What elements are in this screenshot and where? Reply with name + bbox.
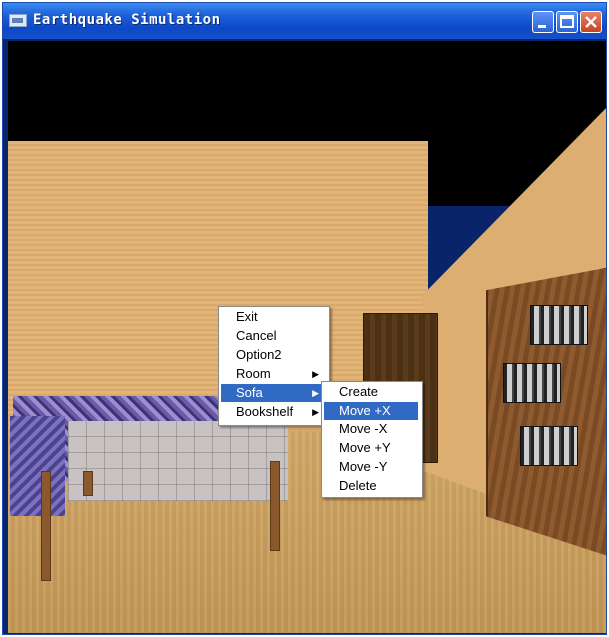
menu-item-label: Option2 xyxy=(236,347,282,362)
menu-item-label: Move -X xyxy=(339,421,388,436)
submenu-item-create[interactable]: Create xyxy=(324,383,418,401)
menu-item-label: Bookshelf xyxy=(236,404,294,419)
minimize-button[interactable] xyxy=(532,11,554,33)
menu-item-option2[interactable]: Option2 xyxy=(221,346,325,364)
menu-item-label: Move +Y xyxy=(339,440,391,455)
menu-item-label: Move -Y xyxy=(339,459,388,474)
context-menu: Exit Cancel Option2 Room ▶ Sofa ▶ Bookshel… xyxy=(218,306,330,426)
table-leg xyxy=(41,471,51,581)
submenu-item-delete[interactable]: Delete xyxy=(324,477,418,495)
menu-item-label: Cancel xyxy=(236,328,277,343)
title-bar[interactable]: Earthquake Simulation xyxy=(3,3,606,39)
menu-item-exit[interactable]: Exit xyxy=(221,308,325,326)
submenu-arrow-icon: ▶ xyxy=(312,369,319,379)
sofa-submenu: Create Move +X Move -X Move +Y Move -Y D… xyxy=(321,381,423,498)
submenu-arrow-icon: ▶ xyxy=(312,388,319,398)
menu-item-label: Move +X xyxy=(339,403,391,418)
books-upper xyxy=(530,305,588,345)
menu-item-label: Sofa xyxy=(236,385,263,400)
books-middle xyxy=(503,363,561,403)
menu-item-label: Exit xyxy=(236,309,258,324)
minimize-icon xyxy=(538,25,546,28)
close-button[interactable] xyxy=(580,11,602,33)
menu-item-room[interactable]: Room ▶ xyxy=(221,365,325,383)
submenu-item-move-plus-y[interactable]: Move +Y xyxy=(324,439,418,457)
table-leg xyxy=(83,471,93,496)
maximize-button[interactable] xyxy=(556,11,578,33)
window-title: Earthquake Simulation xyxy=(33,12,221,28)
menu-item-bookshelf[interactable]: Bookshelf ▶ xyxy=(221,403,325,421)
app-window: Earthquake Simulation Exit Cancel Option… xyxy=(2,2,607,635)
submenu-arrow-icon: ▶ xyxy=(312,407,319,417)
table-leg xyxy=(270,461,280,551)
sofa-arm xyxy=(10,416,65,516)
close-icon xyxy=(585,16,597,28)
books-lower xyxy=(520,426,578,466)
menu-item-label: Delete xyxy=(339,478,377,493)
menu-item-cancel[interactable]: Cancel xyxy=(221,327,325,345)
app-icon xyxy=(9,14,27,27)
menu-item-label: Create xyxy=(339,384,379,399)
menu-item-sofa[interactable]: Sofa ▶ xyxy=(221,384,325,402)
menu-item-label: Room xyxy=(236,366,271,381)
sofa-seat xyxy=(68,421,288,501)
submenu-item-move-plus-x[interactable]: Move +X xyxy=(324,402,418,420)
submenu-item-move-minus-x[interactable]: Move -X xyxy=(324,420,418,438)
maximize-icon xyxy=(560,15,574,28)
submenu-item-move-minus-y[interactable]: Move -Y xyxy=(324,458,418,476)
